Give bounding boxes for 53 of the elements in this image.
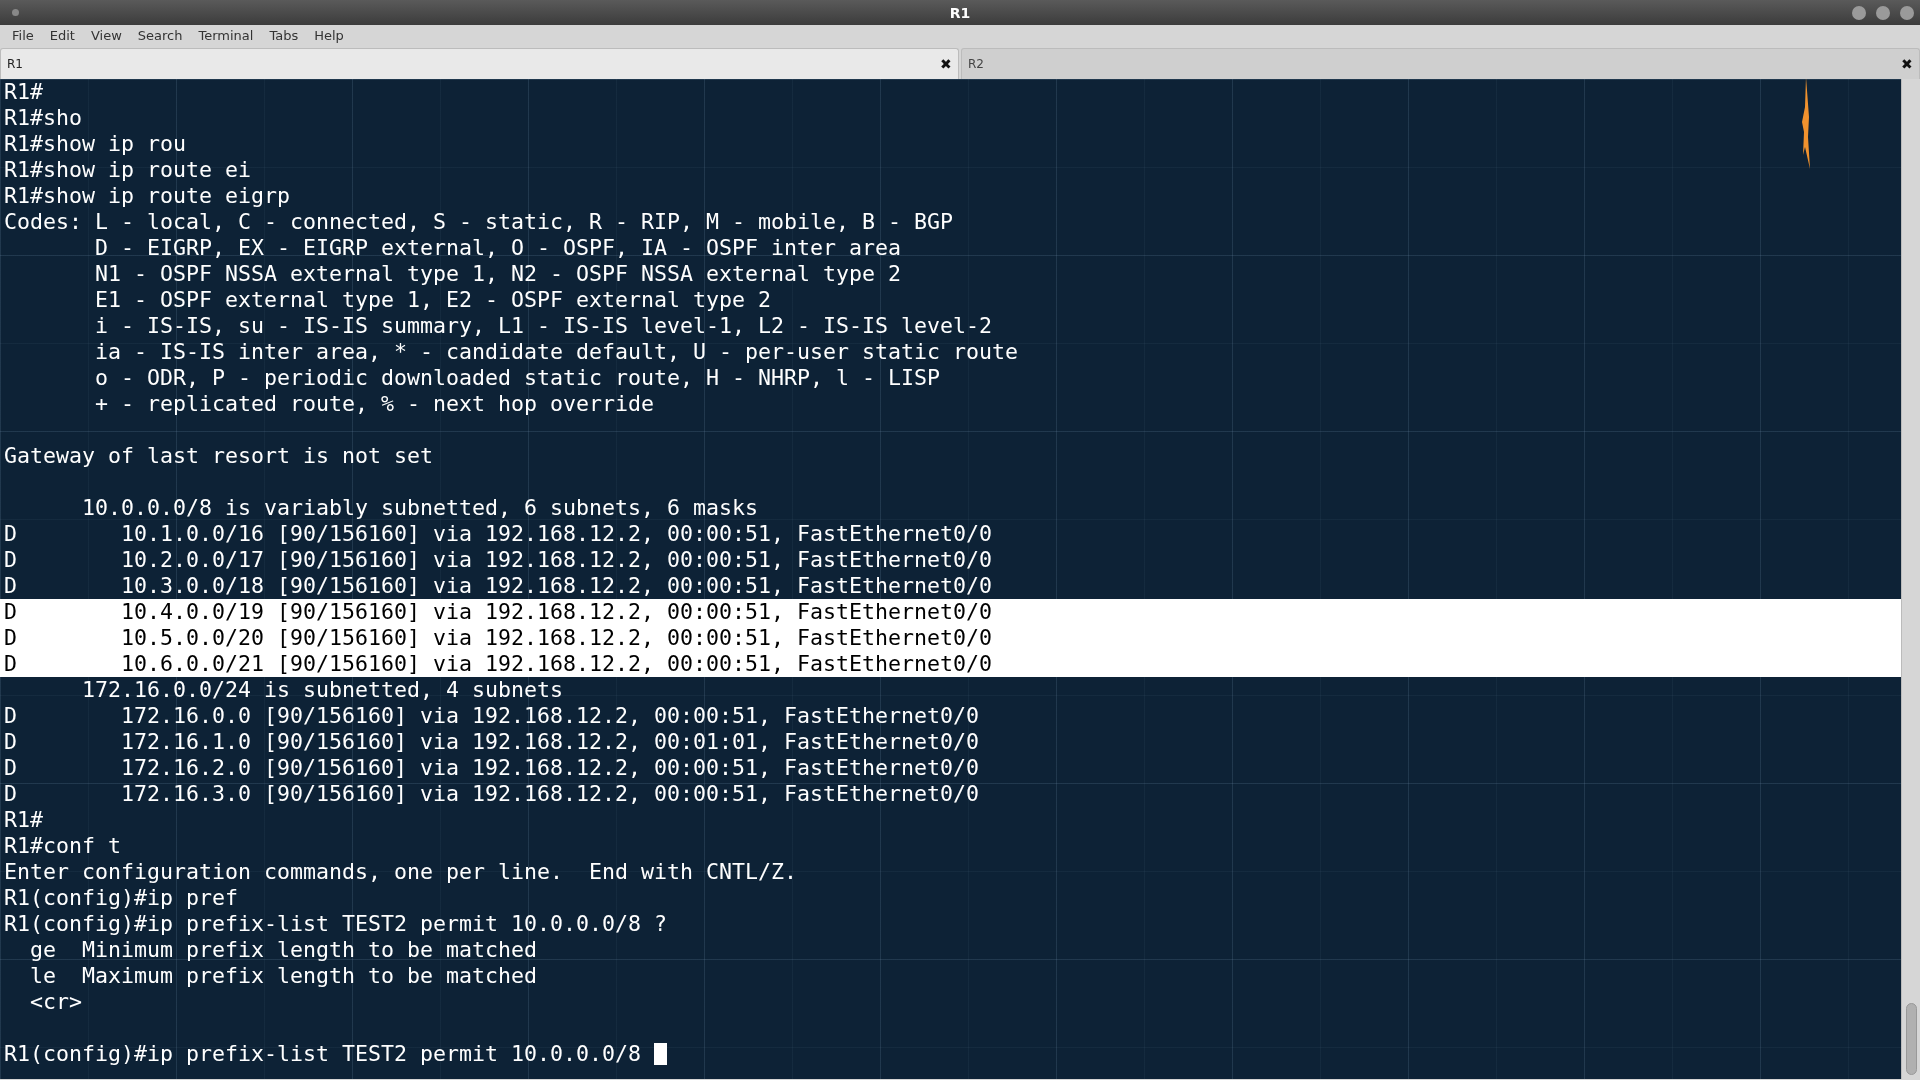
terminal-line: D 172.16.1.0 [90/156160] via 192.168.12.2, 00:01:01, FastEthernet0/0	[3, 729, 981, 755]
terminal-line: ge Minimum prefix length to be matched	[29, 937, 539, 963]
scrollbar[interactable]	[1901, 79, 1920, 1079]
terminal-line: Gateway of last resort is not set	[3, 443, 435, 469]
menu-item[interactable]: Edit	[41, 28, 83, 43]
terminal-line: D 172.16.0.0 [90/156160] via 192.168.12.2, 00:00:51, FastEthernet0/0	[3, 703, 981, 729]
terminal-line: R1#show ip route ei	[3, 157, 252, 183]
terminal-line: R1#	[3, 79, 44, 105]
tab-label: R2	[968, 57, 984, 71]
terminal-line: <cr>	[29, 989, 83, 1015]
terminal-line: R1(config)#ip prefix-list TEST2 permit 10.0.0.0/8	[0, 1041, 1901, 1067]
terminal-line: le Maximum prefix length to be matched	[29, 963, 539, 989]
terminal-line: + - replicated route, % - next hop override	[94, 391, 656, 417]
terminal-line: Codes: L - local, C - connected, S - static, R - RIP, M - mobile, B - BGP	[3, 209, 955, 235]
terminal-line: R1(config)#ip prefix-list TEST2 permit 10.0.0.0/8 ?	[3, 911, 669, 937]
terminal-line: ia - IS-IS inter area, * - candidate default, U - per-user static route	[94, 339, 1020, 365]
scrollbar-thumb[interactable]	[1906, 1003, 1917, 1075]
terminal-line: 10.0.0.0/8 is variably subnetted, 6 subnets, 6 masks	[81, 495, 760, 521]
menu-item[interactable]: Search	[129, 28, 191, 43]
terminal-line: D 10.1.0.0/16 [90/156160] via 192.168.12.2, 00:00:51, FastEthernet0/0	[3, 521, 994, 547]
close-button[interactable]	[1900, 5, 1914, 20]
terminal-tab[interactable]: R2 ✖	[961, 48, 1920, 79]
maximize-button[interactable]	[1876, 5, 1890, 20]
menu-item[interactable]: Terminal	[190, 28, 262, 43]
terminal-line: R1#	[3, 807, 44, 833]
terminal-line: E1 - OSPF external type 1, E2 - OSPF external type 2	[94, 287, 773, 313]
window-menu-dot-icon[interactable]	[12, 9, 19, 16]
terminal-line: N1 - OSPF NSSA external type 1, N2 - OSPF NSSA external type 2	[94, 261, 903, 287]
terminal-line: R1#conf t	[3, 833, 122, 859]
terminal-line: D 172.16.3.0 [90/156160] via 192.168.12.2, 00:00:51, FastEthernet0/0	[3, 781, 981, 807]
terminal-line: R1(config)#ip pref	[3, 885, 239, 911]
terminal-tab[interactable]: R1 ✖	[0, 48, 959, 79]
terminal-line: R1#show ip rou	[3, 131, 187, 157]
menu-item[interactable]: File	[4, 28, 42, 43]
terminal-line: i - IS-IS, su - IS-IS summary, L1 - IS-IS level-1, L2 - IS-IS level-2	[94, 313, 994, 339]
terminal-line: D - EIGRP, EX - EIGRP external, O - OSPF, IA - OSPF inter area	[94, 235, 903, 261]
close-tab-button[interactable]: ✖	[1901, 56, 1913, 72]
terminal-line: R1#show ip route eigrp	[3, 183, 291, 209]
menu-item[interactable]: View	[82, 28, 130, 43]
terminal-line: o - ODR, P - periodic downloaded static route, H - NHRP, l - LISP	[94, 365, 942, 391]
terminal-area[interactable]	[0, 79, 1901, 1079]
close-tab-button[interactable]: ✖	[940, 56, 952, 72]
menu-item[interactable]: Tabs	[261, 28, 307, 43]
terminal-line: 172.16.0.0/24 is subnetted, 4 subnets	[81, 677, 565, 703]
terminal-line: D 10.3.0.0/18 [90/156160] via 192.168.12.2, 00:00:51, FastEthernet0/0	[3, 573, 994, 599]
terminal-line: Enter configuration commands, one per line. End with CNTL/Z.	[3, 859, 799, 885]
tab-label: R1	[7, 57, 23, 71]
terminal-line: D 172.16.2.0 [90/156160] via 192.168.12.2, 00:00:51, FastEthernet0/0	[3, 755, 981, 781]
minimize-button[interactable]	[1852, 5, 1866, 20]
window-title: R1	[949, 4, 971, 21]
terminal-line: D 10.2.0.0/17 [90/156160] via 192.168.12.2, 00:00:51, FastEthernet0/0	[3, 547, 994, 573]
menu-item[interactable]: Help	[306, 28, 352, 43]
terminal-line: R1#sho	[3, 105, 83, 131]
